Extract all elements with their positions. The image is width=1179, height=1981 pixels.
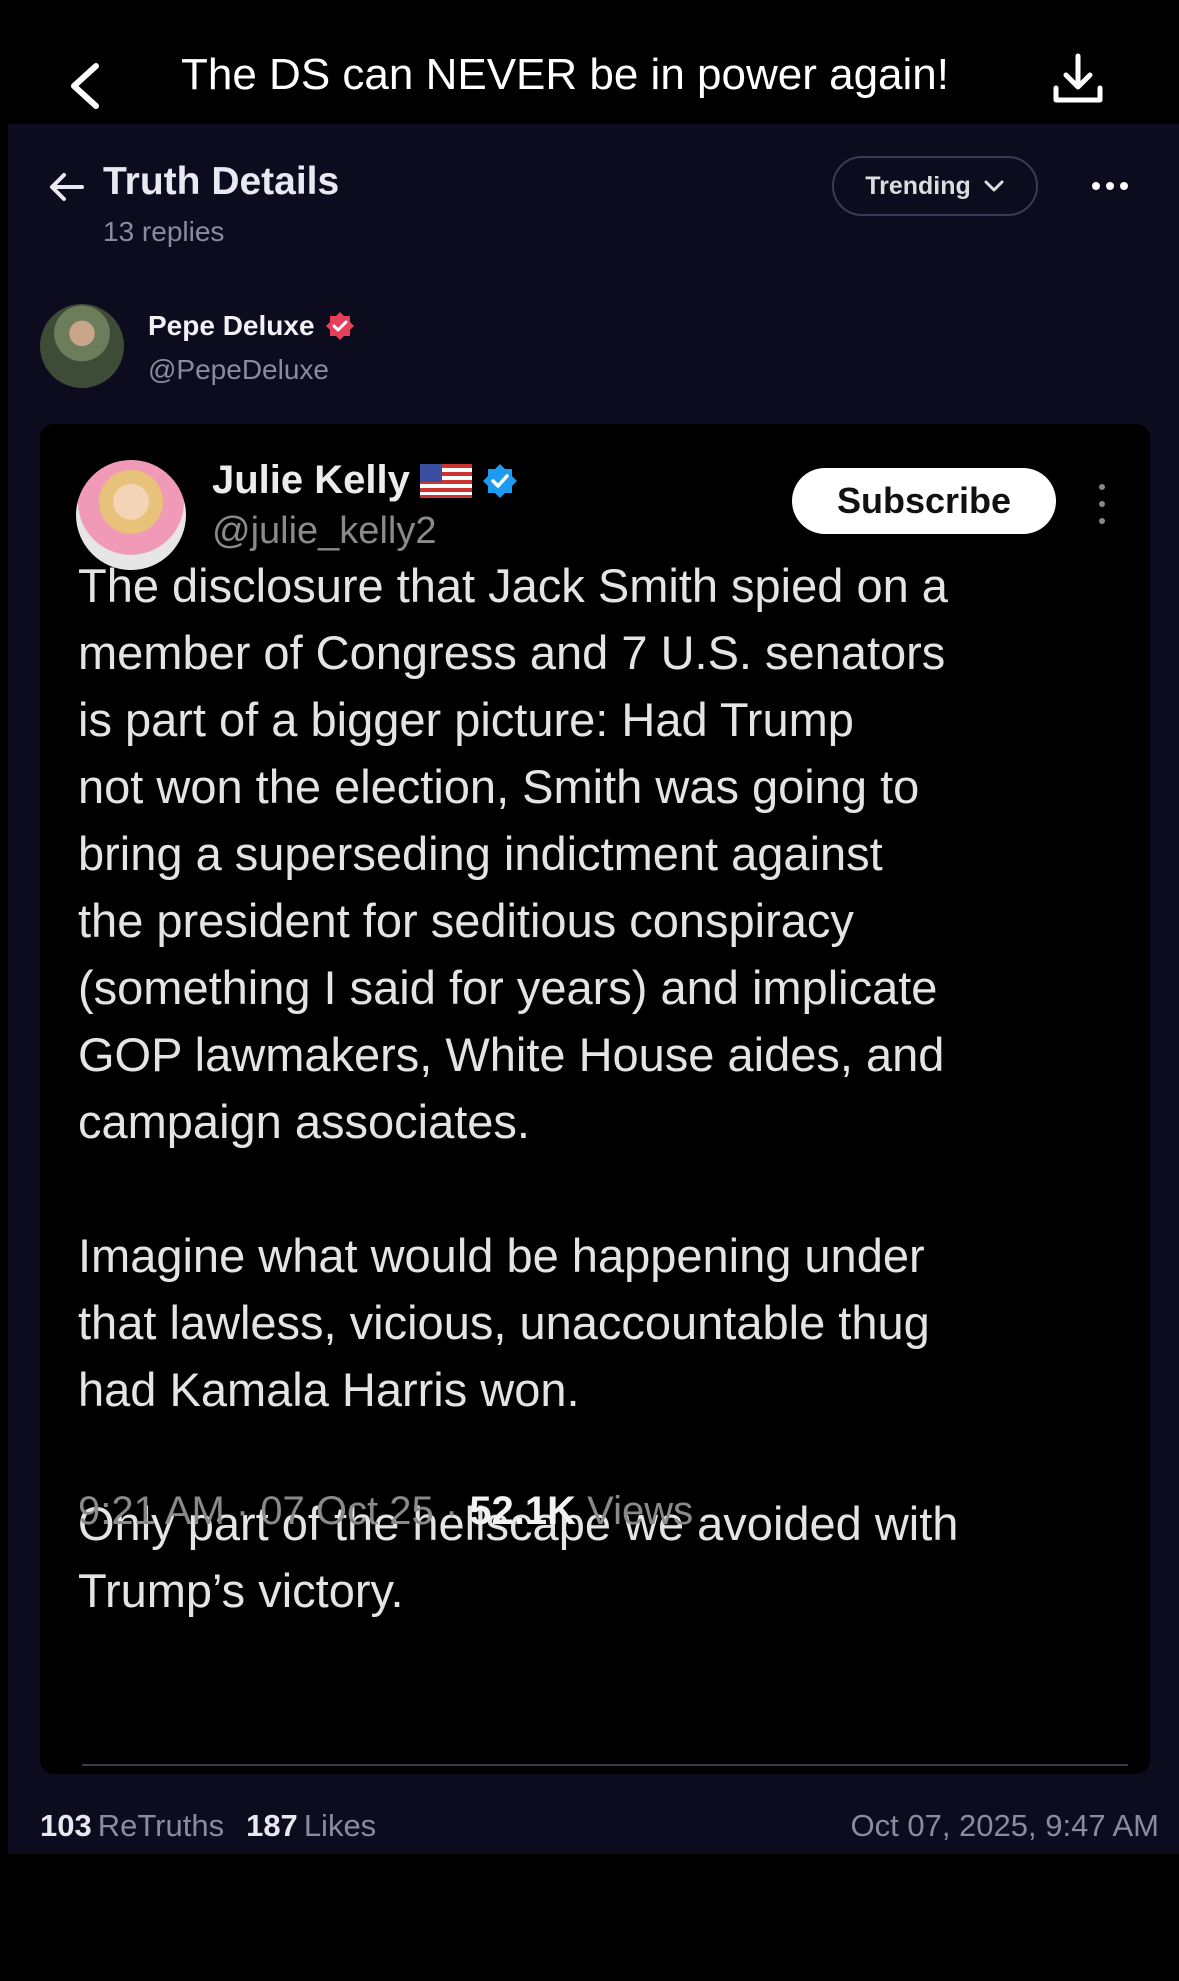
details-title: Truth Details <box>103 160 340 203</box>
sort-label: Trending <box>865 171 971 200</box>
author-name-row[interactable]: Pepe Deluxe <box>148 310 355 342</box>
post-meta: 9:21 AM · 07 Oct 25 · 52.1K Views <box>78 1489 693 1534</box>
back-chevron-icon[interactable] <box>62 58 110 114</box>
download-icon[interactable] <box>1048 50 1108 110</box>
post-body: The disclosure that Jack Smith spied on … <box>78 559 959 1617</box>
kebab-menu-icon[interactable] <box>1090 484 1114 524</box>
likes-label[interactable]: Likes <box>304 1808 376 1843</box>
author-name: Pepe Deluxe <box>148 310 315 341</box>
chevron-down-icon <box>984 180 1004 192</box>
sort-dropdown[interactable]: Trending <box>832 156 1038 216</box>
top-bar: The DS can NEVER be in power again! <box>0 0 1179 124</box>
post-time: 9:21 AM · 07 Oct 25 · <box>78 1489 470 1533</box>
retruths-count[interactable]: 103 <box>40 1808 92 1843</box>
verified-badge-icon <box>325 312 354 340</box>
embedded-name-row: Julie Kelly <box>212 458 518 503</box>
author-handle[interactable]: @PepeDeluxe <box>148 354 329 386</box>
more-options-icon[interactable] <box>1086 166 1134 206</box>
back-arrow-icon[interactable] <box>44 164 90 210</box>
retruths-label[interactable]: ReTruths <box>98 1808 224 1843</box>
page-title: The DS can NEVER be in power again! <box>181 50 949 99</box>
views-count: 52.1K <box>469 1489 577 1533</box>
bottom-area <box>0 1854 1179 1981</box>
embedded-post[interactable]: Julie Kelly @julie_kelly2 Subscribe The … <box>40 424 1150 1774</box>
avatar[interactable] <box>40 304 124 388</box>
divider <box>82 1764 1128 1766</box>
verified-badge-icon <box>482 463 517 498</box>
truth-details-panel: Truth Details 13 replies Trending Pepe D… <box>8 124 1179 1854</box>
likes-count[interactable]: 187 <box>246 1808 298 1843</box>
subscribe-button[interactable]: Subscribe <box>792 468 1056 534</box>
replies-count: 13 replies <box>103 216 225 247</box>
post-timestamp: Oct 07, 2025, 9:47 AM <box>850 1808 1159 1843</box>
us-flag-icon <box>419 463 472 498</box>
views-label: Views <box>576 1489 694 1533</box>
embedded-handle: @julie_kelly2 <box>212 510 437 552</box>
engagement-stats: 103 ReTruths 187 Likes <box>40 1808 376 1844</box>
embedded-name: Julie Kelly <box>212 458 410 502</box>
